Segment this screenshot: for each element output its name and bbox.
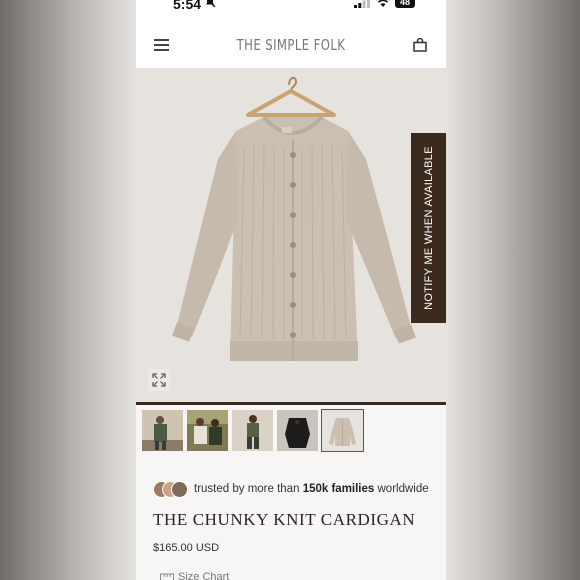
notify-me-label: NOTIFY ME WHEN AVAILABLE: [422, 146, 435, 310]
phone-screen: 5:54 48 THE SIMPLE FOLK NOTIFY ME WHEN A…: [136, 0, 446, 580]
trust-suffix: worldwide: [377, 483, 429, 495]
expand-icon[interactable]: [148, 369, 170, 391]
ruler-icon: [160, 573, 174, 580]
thumbnail-4[interactable]: [277, 410, 318, 451]
signal-icon: [354, 0, 370, 8]
size-chart-label: Size Chart: [178, 571, 230, 580]
menu-icon[interactable]: [154, 39, 169, 51]
bag-icon[interactable]: [413, 38, 427, 52]
thumbnail-2[interactable]: [187, 410, 228, 451]
cardigan-photo: [172, 76, 416, 361]
gallery-divider: [136, 402, 446, 405]
brand-logo[interactable]: THE SIMPLE FOLK: [170, 36, 412, 54]
product-image[interactable]: [136, 69, 446, 402]
battery-icon: 48: [395, 0, 415, 8]
product-title: THE CHUNKY KNIT CARDIGAN: [153, 510, 416, 529]
site-header: THE SIMPLE FOLK: [136, 14, 446, 69]
avatar: [171, 481, 188, 498]
thumbnail-5[interactable]: [321, 409, 364, 452]
bell-slash-icon: [206, 0, 216, 8]
thumbnail-1[interactable]: [142, 410, 183, 451]
trust-text: trusted by more than 150k families world…: [194, 483, 429, 495]
trust-highlight: 150k families: [302, 483, 375, 495]
thumbnail-3[interactable]: [232, 410, 273, 451]
notify-me-button[interactable]: NOTIFY ME WHEN AVAILABLE: [411, 133, 446, 323]
trust-prefix: trusted by more than: [194, 483, 300, 495]
product-price: $165.00 USD: [153, 542, 220, 554]
status-bar: 5:54 48: [136, 0, 446, 14]
status-time: 5:54: [173, 0, 202, 12]
wifi-icon: [376, 0, 390, 7]
